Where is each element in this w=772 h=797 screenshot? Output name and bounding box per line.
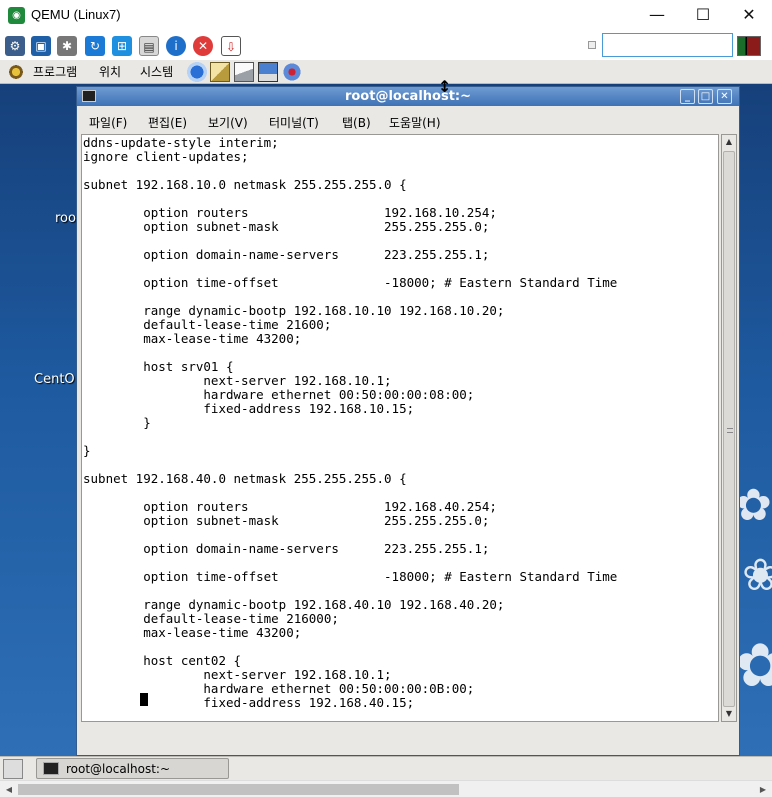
menu-file[interactable]: 파일(F) [89, 114, 127, 131]
screenshot-icon[interactable]: ⇩ [221, 36, 241, 56]
menu-edit[interactable]: 편집(E) [148, 114, 187, 131]
panel-menu-places[interactable]: 위치 [99, 63, 121, 80]
scroll-left-icon[interactable]: ◀ [2, 783, 16, 796]
refresh-icon[interactable]: ↻ [85, 36, 105, 56]
flower-decoration-icon: ❀ [742, 550, 772, 601]
taskbar-terminal-button[interactable]: root@localhost:~ [36, 758, 229, 779]
terminal-text: ddns-update-style interim; ignore client… [83, 135, 618, 710]
search-input[interactable] [602, 33, 733, 57]
desktop-icon-label[interactable]: roo [55, 211, 76, 226]
host-horizontal-scrollbar[interactable]: ◀ ▶ [0, 780, 772, 797]
close-button[interactable]: ✕ [726, 0, 772, 30]
gnome-foot-icon[interactable] [8, 64, 24, 80]
scroll-up-icon[interactable]: ▲ [722, 135, 736, 149]
fullscreen-icon[interactable]: ▣ [31, 36, 51, 56]
network-icon[interactable] [282, 62, 302, 82]
shell-icon[interactable]: ▤ [139, 36, 159, 56]
terminal-cursor [140, 693, 148, 706]
terminal-maximize-button[interactable]: □ [698, 89, 713, 104]
windows-icon[interactable]: ⊞ [112, 36, 132, 56]
menu-help[interactable]: 도움말(H) [389, 114, 441, 131]
terminal-window[interactable]: root@localhost:~ _ □ ✕ 파일(F) 편집(E) 보기(V)… [76, 86, 740, 756]
menu-terminal[interactable]: 터미널(T) [269, 114, 319, 131]
guest-screen[interactable]: 프로그램 위치 시스템 ✿ ❀ ✿ roo CentO root@localho… [0, 60, 772, 780]
terminal-icon [43, 762, 59, 775]
browser-icon[interactable] [187, 62, 207, 82]
terminal-scrollbar[interactable]: ▲ ▼ [721, 134, 737, 722]
qemu-titlebar: ◉ QEMU (Linux7) — ☐ ✕ [0, 0, 772, 32]
flower-decoration-icon: ✿ [735, 480, 772, 531]
scrollbar-thumb[interactable] [723, 151, 735, 707]
minimize-button[interactable]: — [634, 0, 680, 30]
color-picker-button[interactable] [737, 36, 761, 56]
resize-cursor-icon: ↕ [438, 77, 452, 96]
host-scrollbar-thumb[interactable] [18, 784, 459, 795]
stop-icon[interactable]: ✕ [193, 36, 213, 56]
terminal-title: root@localhost:~ [344, 89, 472, 104]
window-title: QEMU (Linux7) [31, 7, 121, 22]
panel-menu-applications[interactable]: 프로그램 [33, 63, 77, 80]
screenshot-tool-icon[interactable] [258, 62, 278, 82]
qemu-settings-icon[interactable]: ⚙ [5, 36, 25, 56]
scroll-down-icon[interactable]: ▼ [722, 707, 736, 721]
taskbar-terminal-label: root@localhost:~ [66, 762, 171, 776]
terminal-minimize-button[interactable]: _ [680, 89, 695, 104]
desktop-icon-label[interactable]: CentO [34, 372, 75, 387]
qemu-app-icon: ◉ [8, 7, 25, 24]
search-marker-icon [588, 41, 596, 49]
info-icon[interactable]: i [166, 36, 186, 56]
terminal-menubar: 파일(F) 편집(E) 보기(V) 터미널(T) 탭(B) 도움말(H) [77, 111, 739, 133]
terminal-titlebar[interactable]: root@localhost:~ _ □ ✕ [77, 87, 739, 106]
gnome-bottom-panel: root@localhost:~ [0, 756, 772, 780]
gnome-top-panel: 프로그램 위치 시스템 [0, 60, 772, 84]
terminal-content-area[interactable]: ddns-update-style interim; ignore client… [81, 134, 719, 722]
scrollbar-grip-icon [727, 428, 733, 433]
documents-icon[interactable] [234, 62, 254, 82]
menu-view[interactable]: 보기(V) [208, 114, 248, 131]
terminal-close-button[interactable]: ✕ [717, 89, 732, 104]
flower-decoration-icon: ✿ [735, 631, 772, 701]
mail-icon[interactable] [210, 62, 230, 82]
gear-icon[interactable]: ✱ [57, 36, 77, 56]
maximize-button[interactable]: ☐ [680, 0, 726, 30]
scroll-right-icon[interactable]: ▶ [756, 783, 770, 796]
menu-tabs[interactable]: 탭(B) [342, 114, 371, 131]
show-desktop-button[interactable] [3, 759, 23, 779]
panel-menu-system[interactable]: 시스템 [140, 63, 173, 80]
